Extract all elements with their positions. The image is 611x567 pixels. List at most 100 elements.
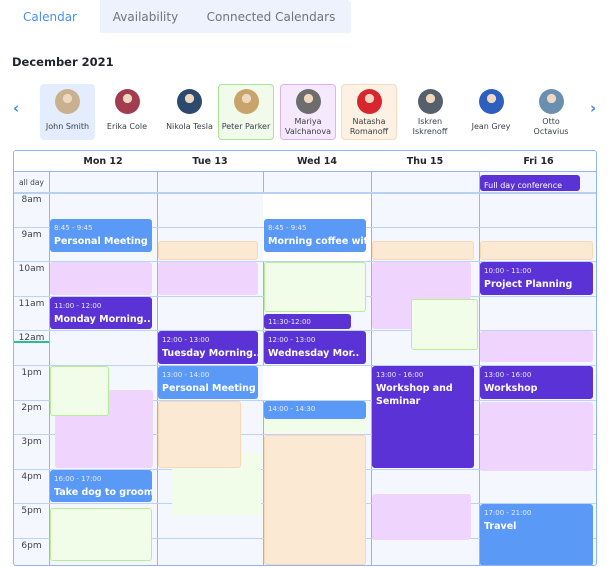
day-header-2: Wed 14 [263,151,371,171]
availability-slot[interactable] [158,241,258,261]
person-nikola-tesla[interactable]: Nikola Tesla [163,84,216,140]
availability-slot[interactable] [50,366,109,416]
availability-slot[interactable] [50,507,152,562]
availability-slot[interactable] [480,241,593,261]
person-name: John Smith [45,122,90,131]
person-name: Nikola Tesla [166,122,213,131]
event-time: 17:00 - 21:00 [484,509,532,518]
event-time: 16:00 - 17:00 [54,474,102,483]
calendar-event[interactable]: 11:30-12:00 [264,314,351,330]
avatar [177,89,202,114]
event-title: Personal Meeting [54,235,148,247]
person-name: Peter Parker [221,122,271,131]
avatar [538,89,564,114]
availability-slot[interactable] [264,435,366,565]
allday-label: all day [19,177,44,187]
avatar [114,89,140,114]
person-jean-grey[interactable]: Jean Grey [463,84,519,140]
availability-slot[interactable] [264,262,366,313]
person-peter-parker[interactable]: Peter Parker [218,84,274,140]
event-title: Monday Morning.. [54,313,151,325]
person-natasha-romanoff[interactable]: Natasha Romanoff [341,84,397,140]
event-time: 14:00 - 14:30 [268,404,316,413]
person-mariya-valchanova[interactable]: Mariya Valchanova [280,84,336,140]
person-name: Iskren Iskrenoff [412,117,448,136]
time-label-9am: 9am [21,230,42,240]
avatar [233,89,259,114]
avatar [55,89,80,114]
person-name: Otto Octavius [533,117,569,136]
calendar-event[interactable]: 14:00 - 14:30 [264,400,366,420]
prev-people-chevron-left-icon[interactable]: ‹ [13,99,19,117]
event-time: 10:00 - 11:00 [484,267,532,276]
avatar [356,89,382,114]
person-otto-octavius[interactable]: Otto Octavius [523,84,579,140]
availability-slot[interactable] [158,262,258,295]
calendar-event[interactable]: 16:00 - 17:00 Take dog to groomer [50,469,152,503]
time-label-10am: 10am [18,264,45,274]
month-title: December 2021 [12,55,114,69]
availability-slot[interactable] [411,298,478,351]
event-title: Take dog to groomer [54,486,152,498]
wed-highlight-area-pm [263,365,371,400]
availability-slot[interactable] [372,241,474,261]
week-calendar-grid: Mon 12 Tue 13 Wed 14 Thu 15 Fri 16 all day 8am… [13,150,597,566]
time-label-4pm: 4pm [21,472,42,482]
tab-availability[interactable]: Availability [100,0,191,33]
calendar-event[interactable]: 12:00 - 13:00 Tuesday Morning.. [158,331,258,364]
calendar-event[interactable]: 17:00 - 21:00 Travel [480,504,593,565]
event-title: Workshop [484,383,538,394]
event-time: 12:00 - 13:00 [162,336,210,345]
day-header-4: Fri 16 [479,151,596,171]
calendar-event[interactable]: 13:00 - 14:00 Personal Meeting [158,366,258,399]
day-header-3: Thu 15 [371,151,479,171]
person-john-smith[interactable]: John Smith [40,84,95,140]
time-header-corner [14,151,49,171]
person-iskren-iskrenoff[interactable]: Iskren Iskrenoff [402,84,458,140]
calendar-event[interactable]: 11:00 - 12:00 Monday Morning.. [50,296,152,330]
calendar-event[interactable]: 13:00 - 16:00 Workshop and Seminar [372,366,474,468]
calendar-event[interactable]: 8:45 - 9:45 Personal Meeting [50,218,152,252]
availability-slot[interactable] [158,400,241,468]
allday-event[interactable]: Full day conference [480,175,580,191]
event-time: 12:00 - 13:00 [268,336,316,345]
calendar-event[interactable]: 12:00 - 13:00 Wednesday Mor.. [264,331,366,364]
allday-divider [14,192,596,194]
availability-slot[interactable] [372,494,471,541]
event-title: Full day conference [484,181,563,190]
next-people-chevron-right-icon[interactable]: › [590,99,596,117]
event-title: Tuesday Morning.. [162,348,258,360]
day-header-0: Mon 12 [49,151,157,171]
event-time: 8:45 - 9:45 [54,223,93,232]
person-name: Erika Cole [106,122,148,131]
day-header-1: Tue 13 [157,151,263,171]
time-label-5pm: 5pm [21,506,42,516]
event-title: Morning coffee with [268,235,366,247]
avatar [295,89,321,114]
time-label-1pm: 1pm [21,368,42,378]
view-tabs: Calendar Availability Connected Calendar… [0,0,351,33]
person-name: Mariya Valchanova [285,117,331,136]
event-time: 13:00 - 16:00 [376,371,424,379]
calendar-event[interactable]: 13:00 - 16:00 Workshop [480,366,593,399]
tab-connected-calendars[interactable]: Connected Calendars [191,0,351,33]
event-title: Wednesday Mor.. [268,348,360,360]
event-time: 11:00 - 12:00 [54,301,102,310]
time-label-11am: 11am [18,299,45,309]
availability-slot[interactable] [480,402,593,472]
person-name: Natasha Romanoff [349,117,389,136]
availability-slot[interactable] [50,262,152,295]
time-label-8am: 8am [21,195,42,205]
availability-slot[interactable] [480,331,593,363]
header-divider [14,171,596,172]
calendar-event[interactable]: 10:00 - 11:00 Project Planning [480,262,593,295]
event-title: Project Planning [484,279,573,291]
calendar-event[interactable]: 8:45 - 9:45 Morning coffee with [264,218,366,252]
person-name: Jean Grey [471,122,511,131]
avatar [478,89,504,114]
event-title: Travel [484,521,517,533]
person-erika-cole[interactable]: Erika Cole [101,84,153,140]
event-time: 8:45 - 9:45 [268,223,307,232]
tab-calendar[interactable]: Calendar [0,0,100,33]
event-time: 13:00 - 14:00 [162,371,210,379]
